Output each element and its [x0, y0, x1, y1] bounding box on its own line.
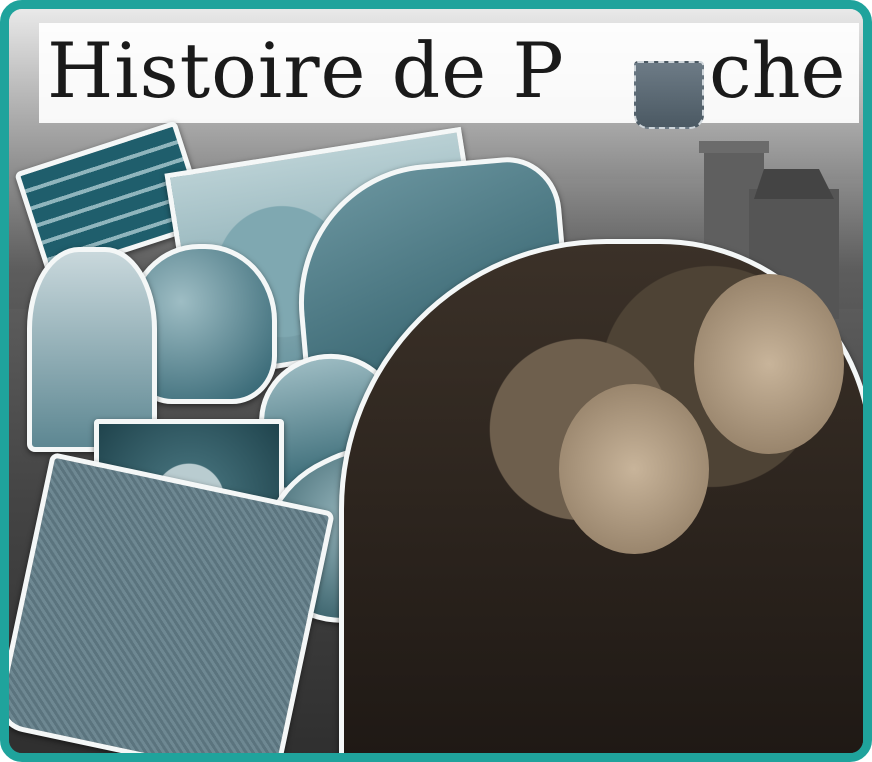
person-left-face [559, 384, 709, 554]
poster-title-part-2: che [709, 26, 846, 115]
pocket-o-icon [634, 61, 704, 129]
poster-title-part-1: Histoire de P [47, 26, 565, 115]
person-right-face [694, 274, 844, 454]
poster-frame: Histoire de P che [0, 0, 872, 762]
couple-photo [339, 239, 863, 753]
